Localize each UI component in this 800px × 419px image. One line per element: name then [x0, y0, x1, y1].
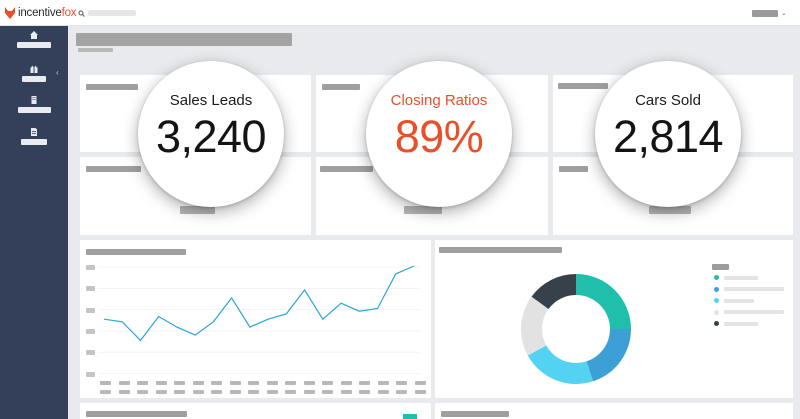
legend-item [714, 286, 784, 292]
metric-bubble-sales-leads: Sales Leads 3,240 [138, 61, 284, 207]
building-icon [31, 96, 37, 104]
legend-item [714, 275, 758, 280]
metric-value: 3,240 [155, 111, 267, 162]
legend-swatch [714, 286, 719, 292]
y-tick-label [86, 286, 95, 292]
legend-swatch [714, 298, 719, 303]
stat-card-title [86, 166, 141, 172]
stat-card-title [559, 166, 588, 172]
chart-title [439, 247, 562, 253]
x-tick-label [118, 390, 130, 394]
y-tick-label [86, 265, 95, 270]
fox-logo-icon [5, 7, 15, 19]
x-tick-label [229, 390, 241, 394]
metric-bubble-cars-sold: Cars Sold 2,814 [595, 61, 741, 207]
sidebar-item-label [21, 139, 47, 145]
metric-value: 2,814 [612, 111, 724, 162]
x-tick-label [211, 390, 222, 394]
stat-card-value [180, 206, 215, 214]
stat-card-value [404, 206, 442, 214]
sidebar-item-reports[interactable] [0, 128, 68, 145]
x-tick-label [285, 390, 296, 394]
home-icon [30, 31, 38, 39]
brand-logo[interactable]: incentivefox [4, 5, 77, 21]
breadcrumb [78, 48, 113, 52]
x-tick-label [266, 390, 278, 394]
search-icon [78, 10, 85, 17]
legend-swatch [714, 321, 719, 326]
metric-label: Cars Sold [635, 92, 701, 109]
line-chart [98, 265, 420, 374]
metric-value: 89% [394, 111, 484, 162]
card-title [441, 411, 509, 417]
donut-slice [527, 345, 593, 384]
x-tick-label [155, 390, 167, 394]
legend-label [724, 287, 784, 291]
stat-card-title [86, 84, 138, 90]
legend-swatch [714, 275, 719, 280]
search-input[interactable] [78, 9, 136, 17]
x-tick-label [174, 390, 185, 394]
x-tick-label [359, 390, 370, 394]
legend-label [724, 321, 758, 326]
x-tick-label [137, 390, 148, 394]
card-action-button[interactable] [403, 414, 417, 419]
user-name [752, 9, 778, 17]
donut-slice [576, 274, 631, 329]
stat-card-value [649, 206, 691, 214]
y-tick-label [86, 328, 95, 334]
legend-item [714, 298, 754, 303]
chevron-left-icon[interactable]: ‹ [56, 69, 59, 77]
x-tick-label [192, 390, 204, 394]
gift-icon [30, 65, 38, 73]
x-tick-label [340, 390, 352, 394]
sidebar-item-dealership[interactable] [0, 96, 68, 113]
metric-label: Sales Leads [169, 92, 253, 109]
legend-title [712, 264, 729, 270]
stat-card-title [322, 84, 360, 90]
sidebar: ‹ [0, 26, 68, 419]
stat-card-title [320, 166, 373, 172]
legend-label [724, 275, 758, 280]
y-tick-label [86, 307, 95, 313]
sidebar-item-home[interactable] [0, 31, 68, 48]
legend-swatch [714, 309, 719, 315]
document-icon [31, 128, 37, 136]
x-tick-label [414, 390, 426, 394]
search-placeholder [88, 10, 136, 16]
page-title [76, 33, 292, 46]
y-tick-label [86, 371, 95, 377]
sidebar-item-label [22, 76, 46, 82]
metric-label: Closing Ratios [390, 92, 488, 109]
donut-slice [586, 329, 631, 382]
x-tick-label [303, 390, 315, 394]
legend-item [714, 321, 758, 326]
y-tick-label [86, 350, 95, 356]
legend-item [714, 309, 784, 315]
x-tick-label [322, 390, 333, 394]
stat-card-title [558, 83, 608, 89]
x-tick-label [377, 390, 389, 394]
legend-label [724, 298, 754, 303]
x-tick-label [396, 390, 407, 394]
metric-bubble-closing-ratios: Closing Ratios 89% [366, 61, 512, 207]
series-line [103, 265, 415, 342]
sidebar-item-label [17, 42, 51, 48]
x-tick-label [248, 390, 259, 394]
card-title [86, 411, 187, 417]
legend-label [724, 310, 784, 314]
x-tick-label [100, 390, 111, 394]
top-bar: incentivefox ⌄ [0, 0, 800, 26]
sidebar-item-label [17, 107, 51, 113]
chevron-down-icon: ⌄ [781, 9, 787, 17]
brand-name: incentivefox [18, 7, 77, 19]
donut-chart [521, 274, 631, 384]
user-menu[interactable]: ⌄ [752, 8, 788, 18]
